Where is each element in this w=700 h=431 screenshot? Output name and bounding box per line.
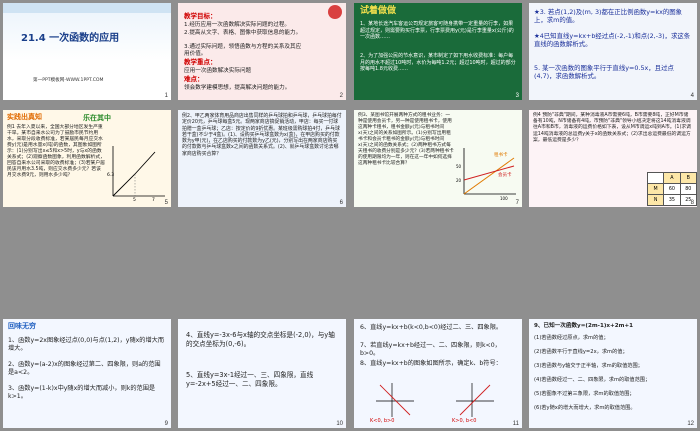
decor-circle-icon: [328, 5, 342, 19]
heading-difficulty: 难点：: [184, 75, 204, 83]
table-cell: B: [679, 172, 697, 184]
table-row: A B: [646, 172, 697, 184]
slide-number: 12: [687, 421, 694, 427]
slide-number: 3: [515, 93, 519, 99]
question-1: 1、某地长途汽车客运公司规定旅客可随身携带一定重量的行李，如果超过规定，则需要购…: [360, 21, 514, 40]
review-3: 3、函数y=(1-k)x中y随x的增大而减小，则k的范围是k>1。: [8, 385, 156, 400]
review-8: 8、直线y=kx+b的图象如图所示，确定k、b符号：: [360, 360, 502, 367]
question-2: 2、为了加强公民的节水意识，某市制定了如下用水收费标准：每户每月的用水不超过10…: [360, 53, 516, 72]
table-row: M 60 80: [646, 183, 697, 195]
exercise-5: 5. 某一次函数的图象平行于直线y=0.5x，且过点(4,7)，求函数解析式。: [534, 64, 674, 80]
rental-fee-graph: 租书卡 会员卡 50 20 100: [456, 148, 516, 201]
line-graph-1: [376, 383, 414, 417]
chalkboard-background: [354, 3, 522, 100]
table-cell: 35: [663, 194, 681, 206]
badge-title: 试着做做: [360, 6, 397, 16]
review-2: 2、函数y=(a-2)x的图象经过第二、四象限，则a的范围是a<2。: [8, 361, 161, 376]
tick-label-y: 6.3: [107, 172, 114, 178]
review-9: 9、已知一次函数y=(2m-1)x+2m+1: [534, 323, 634, 329]
review-9-part-6: (6)若y随x的增大而增大，求m的取值范围。: [534, 405, 636, 411]
example-1-text: 例1 去年入夏以来，全国大部分地区发生严重干旱。某市自来水公司为了鼓励市民节约用…: [7, 125, 105, 178]
tick-label-20: 20: [456, 178, 462, 183]
line-graph-2: [456, 383, 494, 417]
goal-2: 2.提高从文字、表格、图像中获取信息的能力。: [184, 30, 302, 36]
review-4: 4、直线y=-3x-6与x轴的交点坐标是(-2,0)，与y轴的交点坐标为(0,-…: [186, 331, 335, 348]
review-9-part-4: (4)若函数经过一、二、四象限，求m的取值范围；: [534, 377, 651, 383]
slide-background: [3, 3, 171, 100]
slide-5[interactable]: 实践出真知 乐在其中 例1 去年入夏以来，全国大部分地区发生严重干旱。某市自来水…: [3, 110, 171, 207]
review-9-part-1: (1)若函数经过原点，求m的值；: [534, 335, 609, 341]
tick-label-x1: 5: [133, 197, 136, 202]
focus-text: 应用一次函数解决实际问题: [184, 68, 252, 74]
exercise-4: ★4已知直线y=kx+b经过点(-2,-1)和点(2,-3)，求这条直线的函数解…: [534, 32, 691, 48]
slide-number: 5: [164, 200, 168, 206]
legend-rental-card: 租书卡: [494, 151, 508, 158]
line-k-neg: [379, 384, 411, 416]
table-cell: N: [646, 194, 665, 206]
slide-number: 2: [339, 93, 343, 99]
header-band: [3, 3, 171, 13]
table-row: N 35 25: [646, 194, 697, 206]
slide-1[interactable]: 21.4 一次函数的应用 第一PPT模板网-WWW.1PPT.COM 1: [3, 3, 171, 100]
slide-4[interactable]: ★3. 若点(1,2)及(m, 3)都在正比例函数y=kx的图象上，求m的值。 …: [529, 3, 697, 100]
example-2-text: 例2、甲乙两家体育用品商店出售同样的乒乓球拍和乒乓球，乒乓球拍每付定价20元，乒…: [182, 113, 342, 157]
freight-table: A B M 60 80 N 35 25: [646, 172, 697, 206]
slide-number: 6: [339, 200, 343, 206]
slide-10[interactable]: 4、直线y=-3x-6与x轴的交点坐标是(-2,0)，与y轴的交点坐标为(0,-…: [178, 319, 346, 428]
fee-line: [112, 151, 156, 197]
difficulty-text: 领会数学建模思想，提高解决问题的能力。: [184, 85, 291, 91]
review-6: 6、直线y=kx+b(k<0,b<0)经过二、三、四象限。: [360, 324, 503, 331]
slide-number: 1: [164, 93, 168, 99]
slide-number: 11: [512, 421, 519, 427]
review-9-part-3: (3)若函数与y轴交于正半轴，求m的取值范围；: [534, 363, 643, 369]
example-4-text: 例4 预防"非典"期间，某种消毒液A市需要6吨，B市需要8吨，正好M市储备有10…: [533, 113, 691, 143]
exercise-3: ★3. 若点(1,2)及(m, 3)都在正比例函数y=kx的图象上，求m的值。: [534, 8, 683, 24]
table-cell: [646, 172, 665, 184]
slide-11[interactable]: 6、直线y=kx+b(k<0,b<0)经过二、三、四象限。 7、若直线y=kx+…: [354, 319, 522, 428]
goal-3: 3.通过实际问题，领悟函数与方程的关系及其应用价值。: [184, 44, 302, 57]
review-1: 1、函数y=2x图象经过点(0,0)与点(1,2)，y随x的增大而增大。: [8, 337, 165, 352]
table-cell: 60: [663, 183, 681, 195]
review-9-part-2: (2)若函数平行于直线y=2x，求m的值；: [534, 349, 628, 355]
legend-member-card: 会员卡: [498, 171, 512, 178]
slide-2[interactable]: 教学目标： 1.经历应用一次函数解决实际问题的过程。 2.提高从文字、表格、图像…: [178, 3, 346, 100]
table-cell: 80: [679, 183, 697, 195]
review-9-part-5: (5)若图象不过第三象限，求m的取值范围；: [534, 391, 635, 397]
review-5: 5、直线y=3x-1经过一、三、四象限，直线y=-2x+5经过一、二、四象限。: [186, 371, 314, 388]
caption-1: K<0, b>0: [370, 418, 395, 424]
review-7: 7、若直线y=kx+b经过一、二、四象限，则k<0，b>0。: [360, 342, 501, 357]
goal-1: 1.经历应用一次函数解决实际问题的过程。: [184, 22, 291, 28]
slide-number: 7: [515, 200, 519, 206]
table-cell: A: [663, 172, 681, 184]
badge-title: 回味无穷: [8, 322, 36, 330]
slide-8[interactable]: 例4 预防"非典"期间，某种消毒液A市需要6吨，B市需要8吨，正好M市储备有10…: [529, 110, 697, 207]
banner-practice: 实践出真知: [7, 113, 42, 121]
slide-9[interactable]: 回味无穷 1、函数y=2x图象经过点(0,0)与点(1,2)，y随x的增大而增大…: [3, 319, 171, 428]
heading-focus: 教学重点：: [184, 58, 217, 66]
example-3-text: 例3、某图书馆开展两种方式的租书业务：一种是使用会员卡，另一种是使用租书卡，使用…: [358, 113, 454, 166]
table-cell: 25: [679, 194, 697, 206]
slide-number: 4: [690, 93, 694, 99]
slide-6[interactable]: 例2、甲乙两家体育用品商店出售同样的乒乓球拍和乒乓球，乒乓球拍每付定价20元，乒…: [178, 110, 346, 207]
tick-label-50: 50: [456, 164, 462, 169]
banner-fun: 乐在其中: [83, 114, 111, 122]
caption-2: K>0, b<0: [452, 418, 477, 424]
slide-number: 9: [164, 421, 168, 427]
slide-3[interactable]: 试着做做 1、某地长途汽车客运公司规定旅客可随身携带一定重量的行李，如果超过规定…: [354, 3, 522, 100]
slide-number: 8: [690, 200, 694, 206]
line-k-pos: [459, 384, 491, 416]
slide-7[interactable]: 例3、某图书馆开展两种方式的租书业务：一种是使用会员卡，另一种是使用租书卡，使用…: [354, 110, 522, 207]
lesson-subtitle: 第一PPT模板网-WWW.1PPT.COM: [33, 78, 104, 83]
slide-12[interactable]: 9、已知一次函数y=(2m-1)x+2m+1 (1)若函数经过原点，求m的值； …: [529, 319, 697, 428]
tick-label-x2: 7: [152, 197, 155, 202]
heading-goals: 教学目标：: [184, 12, 217, 20]
tick-label-100: 100: [500, 196, 508, 201]
lesson-title: 21.4 一次函数的应用: [21, 33, 120, 44]
water-fee-graph: 6.3 5 7: [107, 146, 165, 202]
slide-number: 10: [336, 421, 343, 427]
table-cell: M: [646, 183, 665, 195]
